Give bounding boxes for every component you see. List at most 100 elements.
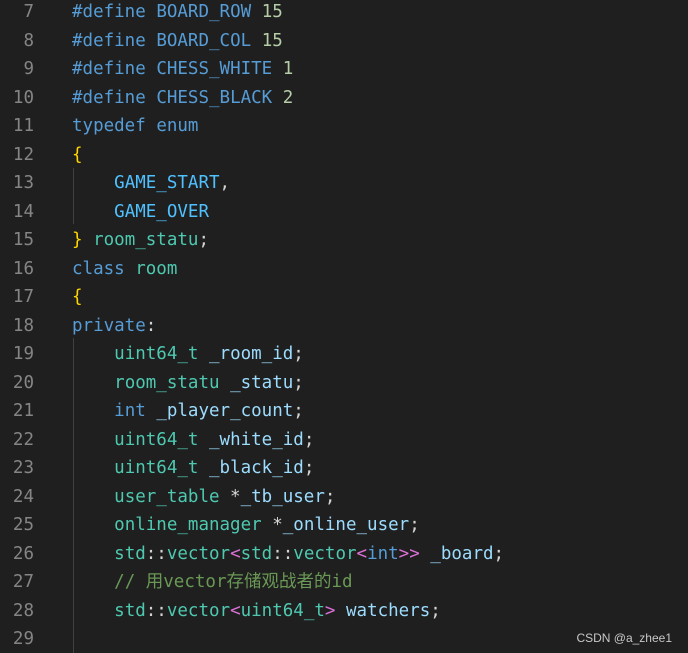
line-code: std::vector<uint64_t> watchers; [72,597,441,625]
code-token-angle-bracket: < [356,543,368,564]
code-line[interactable]: 10 #define CHESS_BLACK 2 [0,84,688,112]
code-token-punctuation [146,401,157,421]
code-token-punctuation: ; [303,429,315,450]
line-code: #define BOARD_ROW 15 [72,0,283,26]
line-number: 21 [12,401,34,421]
watermark: CSDN @a_zhee1 [576,631,672,645]
code-token-punctuation: : [145,315,157,336]
code-token-punctuation [72,373,114,393]
code-token-number: 2 [282,87,294,108]
code-token-punctuation [72,173,114,193]
code-line[interactable]: 19 uint64_t _room_id; [0,340,688,368]
code-token-punctuation: ; [293,372,304,393]
code-token-type: room_statu [93,230,199,250]
code-line[interactable]: 12 { [0,141,688,169]
line-number: 15 [12,230,34,250]
code-token-macro: CHESS_WHITE [156,59,273,79]
code-token-punctuation [72,572,114,592]
code-line[interactable]: 11 typedef enum [0,112,688,140]
code-token-type: vector [166,543,231,564]
code-token-keyword: class [72,258,125,279]
code-token-punctuation [72,401,114,421]
code-token-keyword: #define [72,2,146,22]
line-number: 27 [12,572,34,592]
code-token-variable: _board [430,543,494,564]
code-token-variable: _player_count [156,401,294,421]
code-token-bracket: } [72,230,83,250]
code-line[interactable]: 18 private: [0,312,688,340]
code-token-bracket: { [72,287,83,307]
code-token-punctuation [146,88,157,108]
code-token-punctuation: ; [493,543,505,564]
code-token-macro: BOARD_ROW [156,2,252,22]
code-token-punctuation: ; [303,458,315,478]
code-token-macro: BOARD_COL [156,30,252,51]
line-number: 11 [12,116,34,136]
code-token-type: std [114,600,146,621]
line-number: 13 [12,173,34,193]
line-number: 28 [12,600,34,621]
code-line[interactable]: 25 online_manager *_online_user; [0,511,688,539]
line-number: 8 [23,30,34,51]
code-line[interactable]: 27 // 用vector存储观战者的id [0,568,688,596]
line-number: 20 [12,372,34,393]
code-token-keyword: int [114,401,146,421]
line-code: uint64_t _black_id; [72,454,314,482]
code-line[interactable]: 20 room_statu _statu; [0,369,688,397]
code-token-variable: _room_id [209,344,294,364]
line-code: GAME_OVER [72,198,209,226]
code-line[interactable]: 8 #define BOARD_COL 15 [0,27,688,55]
line-number: 29 [12,629,34,649]
code-token-punctuation [72,344,114,364]
code-line[interactable]: 17 { [0,283,688,311]
line-number: 17 [12,287,34,307]
code-line[interactable]: 28 std::vector<uint64_t> watchers; [0,597,688,625]
code-token-keyword: private [72,315,146,336]
code-editor[interactable]: 7 #define BOARD_ROW 15 8 #define BOARD_COL … [0,0,688,653]
code-token-punctuation: , [219,173,231,193]
code-token-punctuation [272,88,283,108]
code-token-punctuation: ; [409,515,420,535]
code-token-punctuation [198,344,209,364]
code-token-type: room_statu [114,372,220,393]
code-token-number: 15 [261,2,283,22]
line-code: std::vector<std::vector<int>> _board; [72,540,504,568]
code-line[interactable]: 14 GAME_OVER [0,198,688,226]
line-code: GAME_START, [72,169,230,197]
code-token-keyword: int [367,543,399,564]
code-token-comment: // 用vector存储观战者的id [114,572,353,592]
code-line[interactable]: 9 #define CHESS_WHITE 1 [0,55,688,83]
line-number: 25 [12,515,34,535]
code-line[interactable]: 13 GAME_START, [0,169,688,197]
code-token-punctuation [272,59,283,79]
line-number: 22 [12,429,34,450]
code-line[interactable]: 21 int _player_count; [0,397,688,425]
code-token-variable: _online_user [282,515,410,535]
line-number: 7 [23,2,34,22]
code-token-punctuation [420,544,431,564]
code-token-constant: GAME_OVER [114,201,209,222]
code-token-type: uint64_t [114,344,199,364]
code-token-punctuation [335,601,346,621]
code-token-punctuation [72,544,114,564]
code-token-punctuation [83,230,94,250]
code-token-punctuation [198,458,209,478]
code-token-punctuation [198,430,209,450]
line-number: 16 [12,258,34,279]
code-token-variable: _tb_user [240,486,325,507]
line-code: uint64_t _white_id; [72,426,314,454]
code-line[interactable]: 15} room_statu; [0,226,688,254]
code-token-number: 15 [261,30,283,51]
code-line[interactable]: 16 class room [0,255,688,283]
code-token-type: std [240,543,273,564]
code-line[interactable]: 7 #define BOARD_ROW 15 [0,0,688,26]
code-line[interactable]: 23 uint64_t _black_id; [0,454,688,482]
code-line[interactable]: 26 std::vector<std::vector<int>> _board; [0,540,688,568]
code-line[interactable]: 22 uint64_t _white_id; [0,426,688,454]
code-token-keyword: #define [72,87,146,108]
code-token-type: uint64_t [114,458,199,478]
line-code: private: [72,312,156,340]
code-line[interactable]: 24 user_table *_tb_user; [0,483,688,511]
line-number: 19 [12,344,34,364]
code-token-punctuation [72,515,114,535]
